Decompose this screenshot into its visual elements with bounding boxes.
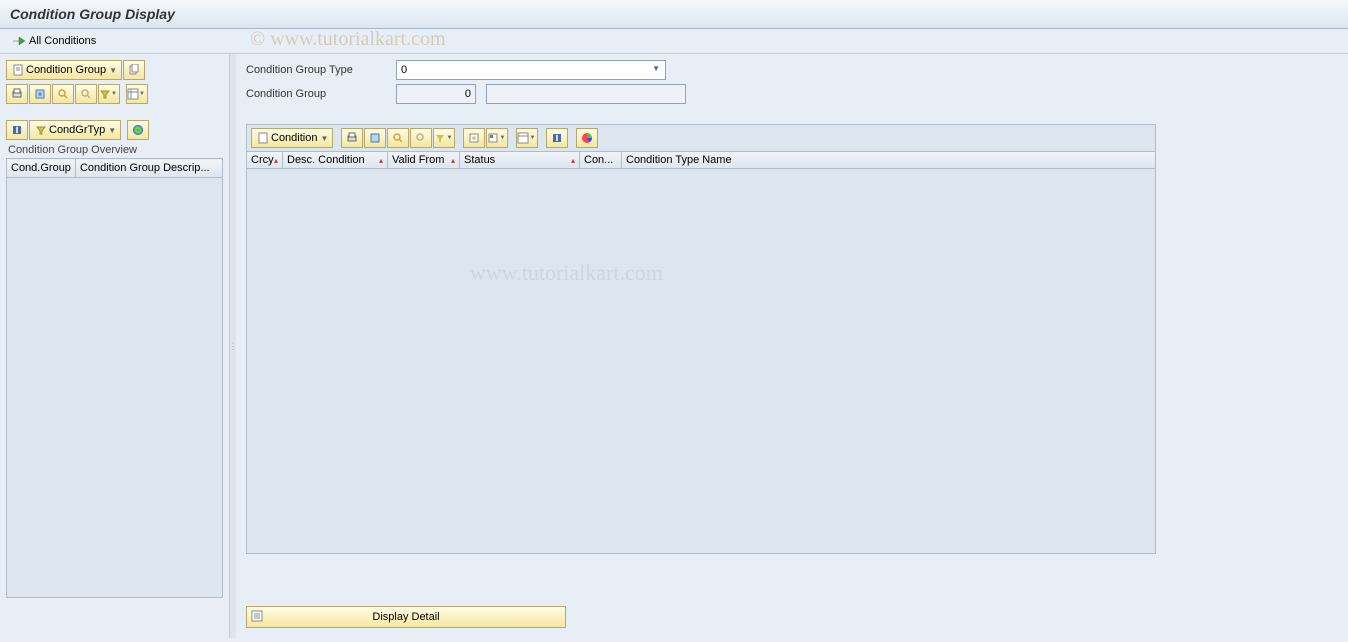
filter-icon [36, 125, 46, 135]
overview-label: Condition Group Overview [8, 144, 223, 156]
col-cond-desc[interactable]: Condition Group Descrip... [75, 159, 222, 178]
group-label: Condition Group [246, 88, 396, 100]
info-button[interactable]: i [6, 120, 28, 140]
sort-asc-icon: ▴ [379, 156, 383, 165]
export-button[interactable] [29, 84, 51, 104]
chart-button[interactable] [127, 120, 149, 140]
sort-asc-icon: ▴ [451, 156, 455, 165]
find-button[interactable] [52, 84, 74, 104]
col-crcy[interactable]: Crcy▴ [247, 152, 283, 168]
filter-button[interactable]: ▼ [433, 128, 455, 148]
svg-text:i: i [556, 132, 559, 144]
page-title: Condition Group Display [0, 0, 1348, 29]
condgrtyp-button[interactable]: CondGrTyp ▼ [29, 120, 121, 140]
sort-asc-icon: ▴ [571, 156, 575, 165]
chevron-down-icon: ▼ [108, 126, 116, 135]
chevron-down-icon: ▼ [320, 134, 328, 143]
copy-button[interactable] [123, 60, 145, 80]
condition-group-label: Condition Group [26, 64, 106, 76]
col-desc-condition[interactable]: Desc. Condition▴ [283, 152, 388, 168]
export-local-button[interactable]: ▼ [486, 128, 508, 148]
condition-group-button[interactable]: Condition Group ▼ [6, 60, 122, 80]
export-button[interactable] [364, 128, 386, 148]
left-panel: Condition Group ▼ ▼ ▼ i CondGrTyp ▼ Co [0, 54, 230, 638]
print-button[interactable] [6, 84, 28, 104]
find-next-button[interactable] [75, 84, 97, 104]
svg-text:i: i [15, 124, 18, 136]
all-conditions-label: All Conditions [29, 35, 96, 47]
condition-group-desc-input[interactable] [486, 84, 686, 104]
condition-button[interactable]: Condition ▼ [251, 128, 333, 148]
col-valid-from[interactable]: Valid From▴ [388, 152, 460, 168]
col-cond-group[interactable]: Cond.Group [7, 159, 76, 178]
main-toolbar: All Conditions [0, 29, 1348, 54]
display-detail-label: Display Detail [372, 611, 439, 623]
all-conditions-button[interactable]: All Conditions [8, 33, 100, 49]
chevron-down-icon: ▼ [109, 66, 117, 75]
condition-grid: Condition ▼ ▼ ▼ ▼ i Crcy▴ [246, 124, 1156, 554]
col-condition-type-name[interactable]: Condition Type Name [622, 152, 1155, 168]
col-con[interactable]: Con... [580, 152, 622, 168]
export-spreadsheet-button[interactable] [463, 128, 485, 148]
arrow-icon [12, 35, 26, 47]
display-detail-button[interactable]: Display Detail [246, 606, 566, 628]
document-icon [258, 132, 268, 144]
info-button[interactable]: i [546, 128, 568, 148]
layout-button[interactable]: ▼ [516, 128, 538, 148]
layout-button[interactable]: ▼ [126, 84, 148, 104]
condition-group-input[interactable] [396, 84, 476, 104]
condition-label: Condition [271, 132, 317, 144]
detail-icon [251, 610, 263, 622]
find-button[interactable] [387, 128, 409, 148]
left-grid-body [6, 178, 223, 598]
document-icon [13, 64, 23, 76]
print-button[interactable] [341, 128, 363, 148]
filter-button[interactable]: ▼ [98, 84, 120, 104]
right-panel: Condition Group Type 0 Condition Group C… [236, 54, 1348, 638]
chart-button[interactable] [576, 128, 598, 148]
content-area: Condition Group ▼ ▼ ▼ i CondGrTyp ▼ Co [0, 54, 1348, 638]
sort-asc-icon: ▴ [274, 156, 278, 165]
condition-group-type-select[interactable]: 0 [396, 60, 666, 80]
type-label: Condition Group Type [246, 64, 396, 76]
condgrtyp-label: CondGrTyp [49, 124, 105, 136]
grid-body [247, 169, 1155, 551]
col-status[interactable]: Status▴ [460, 152, 580, 168]
find-next-button[interactable] [410, 128, 432, 148]
